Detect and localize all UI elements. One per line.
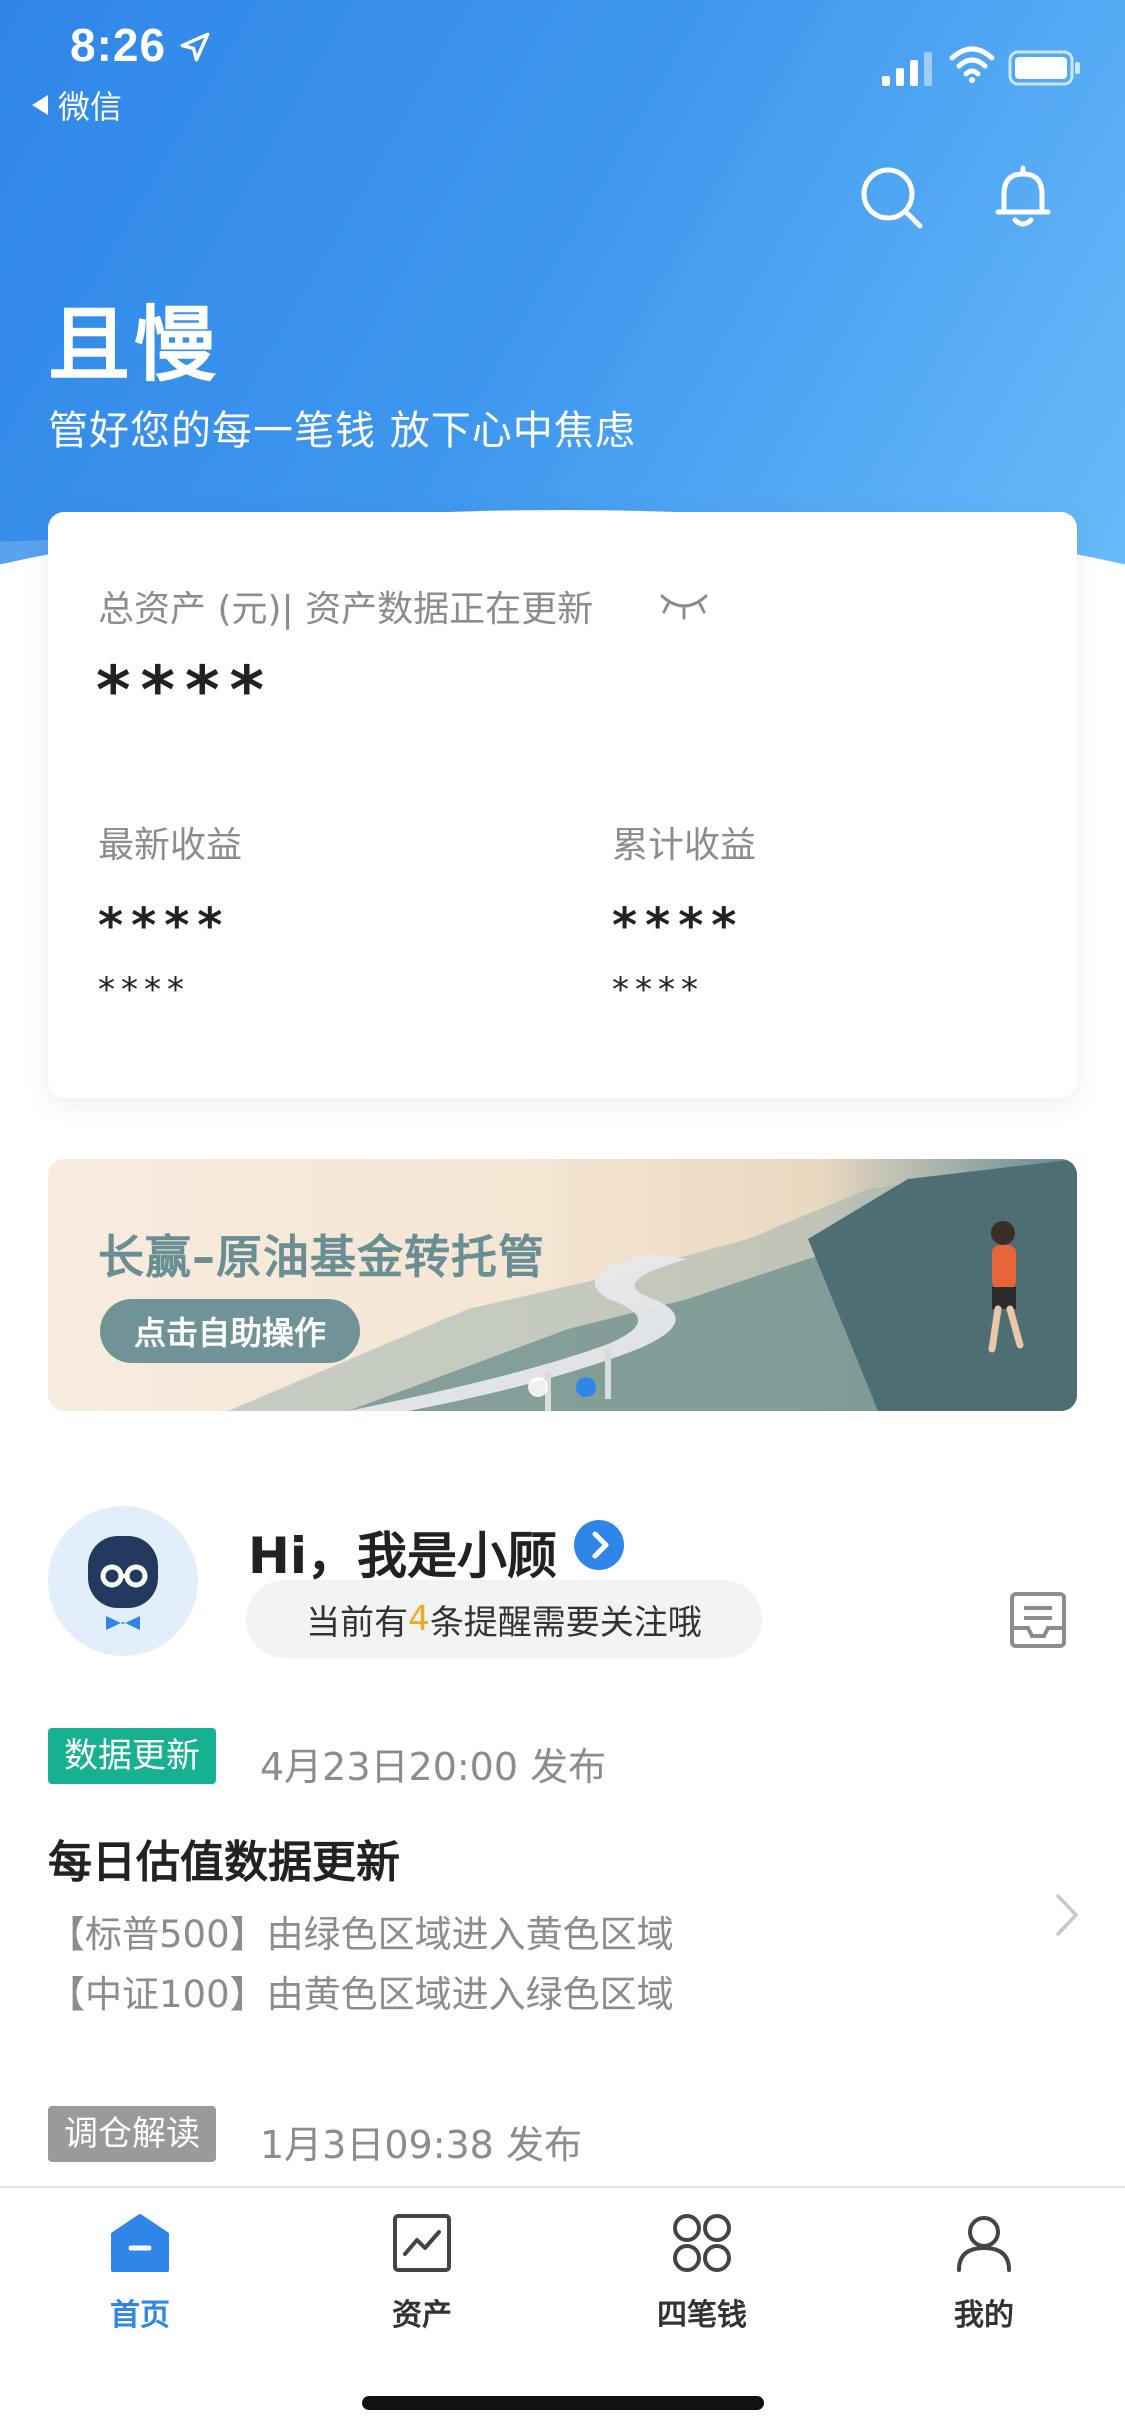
carousel-dots[interactable] (528, 1377, 596, 1397)
assistant-section: Hi，我是小顾 当前有 4 条提醒需要关注哦 (48, 1506, 1077, 1666)
cumulative-earnings-sub: **** (612, 970, 704, 1010)
latest-earnings-sub: **** (98, 970, 190, 1010)
tab-home[interactable]: 首页 (40, 2212, 240, 2334)
status-time: 8:26 (70, 19, 167, 71)
tab-label: 我的 (954, 2298, 1014, 2333)
user-icon (957, 2216, 1011, 2272)
latest-earnings: 最新收益 **** **** (98, 816, 558, 1010)
chevron-right-circle-icon[interactable] (574, 1520, 624, 1570)
brand-slogan: 管好您的每一笔钱 放下心中焦虑 (48, 408, 636, 454)
feed-line: 【中证100】由黄色区域进入绿色区域 (48, 1973, 674, 2016)
feed-line: 【标普500】由绿色区域进入黄色区域 (48, 1913, 674, 1956)
four-circles-icon (673, 2214, 731, 2272)
inbox-icon[interactable] (1008, 1590, 1068, 1650)
cumulative-earnings-value: **** (612, 898, 745, 954)
banner-self-service-button[interactable]: 点击自助操作 (100, 1299, 361, 1363)
total-asset-value: **** (96, 652, 275, 729)
search-icon[interactable] (858, 164, 924, 230)
eye-closed-icon[interactable] (658, 590, 710, 620)
brand-title: 且慢 (48, 297, 221, 393)
status-bar: 8:26 微信 (0, 0, 1125, 130)
signal-icon (882, 52, 932, 86)
feed-title: 每日估值数据更新 (48, 1837, 400, 1888)
reminder-count: 4 (408, 1599, 430, 1639)
latest-earnings-label: 最新收益 (98, 825, 243, 866)
feed-item[interactable]: 调仓解读 1月3日09:38 发布 (48, 2106, 1077, 2167)
battery-icon (1008, 50, 1080, 86)
banner-title: 长赢–原油基金转托管 (98, 1230, 545, 1284)
latest-earnings-value: **** (98, 898, 231, 954)
carousel-dot-active[interactable] (576, 1377, 596, 1397)
wifi-icon (949, 46, 995, 83)
tab-mine[interactable]: 我的 (884, 2212, 1084, 2334)
total-asset-label: 总资产 (元)| 资产数据正在更新 (98, 589, 594, 630)
back-to-wechat[interactable]: 微信 (32, 82, 122, 128)
feed-tag: 调仓解读 (48, 2106, 216, 2162)
asset-card[interactable]: 总资产 (元)| 资产数据正在更新 **** 最新收益 **** **** 累计… (48, 512, 1077, 1098)
chart-icon (393, 2214, 451, 2272)
chevron-right-icon[interactable] (1052, 1892, 1082, 1938)
carousel-dot[interactable] (528, 1377, 548, 1397)
tab-four-money[interactable]: 四笔钱 (602, 2212, 802, 2334)
tab-label: 四笔钱 (657, 2298, 747, 2333)
reminder-suffix: 条提醒需要关注哦 (429, 1602, 702, 1643)
feed-date: 1月3日09:38 发布 (260, 2123, 582, 2167)
home-indicator (362, 2396, 764, 2410)
cumulative-earnings-label: 累计收益 (612, 825, 757, 866)
back-triangle-icon (32, 95, 48, 115)
home-icon (111, 2214, 169, 2272)
assistant-greeting: Hi，我是小顾 (248, 1527, 557, 1585)
tab-label: 资产 (392, 2298, 452, 2333)
feed-date: 4月23日20:00 发布 (260, 1745, 607, 1789)
promo-banner[interactable]: 长赢–原油基金转托管 点击自助操作 (48, 1159, 1077, 1411)
bell-icon[interactable] (990, 164, 1056, 232)
cumulative-earnings: 累计收益 **** **** (612, 816, 1072, 1010)
feed-item[interactable]: 数据更新 4月23日20:00 发布 每日估值数据更新 【标普500】由绿色区域… (48, 1728, 1078, 2018)
location-arrow-icon (180, 32, 210, 62)
feed-tag: 数据更新 (48, 1728, 216, 1784)
reminder-pill[interactable]: 当前有 4 条提醒需要关注哦 (246, 1580, 762, 1658)
reminder-prefix: 当前有 (306, 1602, 409, 1643)
robot-avatar[interactable] (48, 1506, 198, 1656)
tab-label: 首页 (110, 2298, 170, 2333)
back-app-label: 微信 (58, 88, 123, 126)
tab-assets[interactable]: 资产 (322, 2212, 522, 2334)
